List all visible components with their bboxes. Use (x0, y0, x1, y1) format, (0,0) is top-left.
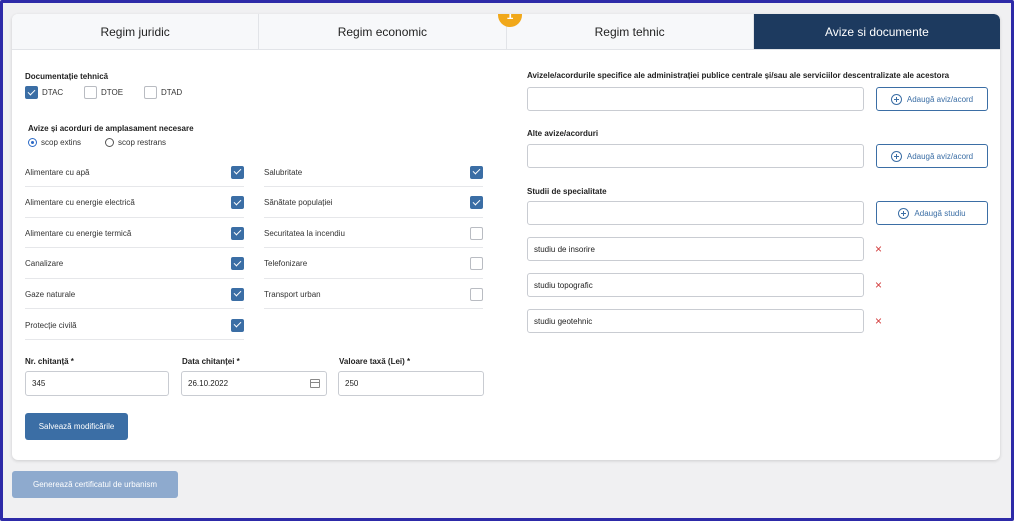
add-aviz-button[interactable]: Adaugă aviz/acord (876, 87, 988, 111)
aviz-left-row[interactable]: Canalizare (25, 254, 244, 274)
dtac-checkbox[interactable] (25, 86, 38, 99)
plus-circle-icon (890, 150, 902, 162)
aviz-right-checkbox[interactable] (470, 226, 483, 240)
avize-specifice-input[interactable] (527, 87, 864, 111)
dtad-checkbox[interactable] (144, 86, 157, 99)
avize-specifice-label: Avizele/acordurile specifice ale adminis… (527, 71, 950, 80)
add-studiu-button[interactable]: Adaugă studiu (876, 201, 988, 225)
radio-extins-icon[interactable] (28, 138, 37, 147)
row-divider (264, 277, 483, 279)
radio-extins-label: scop extins (41, 138, 82, 147)
tab-regim-tehnic[interactable]: Regim tehnic (506, 14, 754, 49)
row-divider (264, 247, 483, 249)
avize-title: Avize și acorduri de amplasament necesar… (28, 124, 194, 133)
option-dtoe[interactable]: DTOE (84, 86, 123, 99)
aviz-left-checkbox[interactable] (231, 287, 244, 301)
alte-avize-input[interactable] (527, 144, 864, 168)
aviz-left-checkbox[interactable] (231, 226, 244, 240)
row-divider (264, 186, 483, 187)
aviz-right-row[interactable]: Telefonizare (264, 254, 483, 274)
alte-avize-label: Alte avize/acorduri (527, 129, 599, 138)
aviz-right-label: Transport urban (264, 289, 321, 299)
studii-label: Studii de specialitate (527, 187, 607, 196)
plus-circle-icon (898, 207, 910, 219)
aviz-right-checkbox[interactable] (470, 287, 483, 301)
aviz-left-row[interactable]: Alimentare cu energie termică (25, 223, 244, 243)
aviz-left-checkbox[interactable] (231, 165, 244, 179)
radio-restrans-label: scop restrans (118, 138, 167, 147)
aviz-right-label: Salubritate (264, 167, 303, 177)
option-dtac[interactable]: DTAC (25, 86, 63, 99)
save-button[interactable]: Salvează modificările (25, 413, 128, 440)
data-chitanta-value: 26.10.2022 (188, 379, 229, 388)
option-dtad[interactable]: DTAD (144, 86, 182, 99)
aviz-left-row[interactable]: Protecție civilă (25, 315, 244, 335)
tab-avize-documente[interactable]: Avize si documente (753, 14, 1000, 49)
aviz-right-label: Sănătate populației (264, 198, 333, 208)
row-divider (25, 216, 244, 218)
row-divider (25, 308, 244, 310)
studii-input[interactable] (527, 201, 864, 225)
data-chitanta-label: Data chitanței * (182, 357, 240, 366)
aviz-right-checkbox[interactable] (470, 257, 483, 271)
dtad-label: DTAD (161, 88, 183, 97)
calendar-icon[interactable] (310, 379, 320, 388)
aviz-right-row[interactable]: Salubritate (264, 162, 483, 182)
valoare-taxa-label: Valoare taxă (Lei) * (339, 357, 411, 366)
row-divider (264, 308, 483, 310)
tab-regim-juridic[interactable]: Regim juridic (12, 14, 260, 49)
tab-regim-economic[interactable]: Regim economic (259, 14, 507, 49)
dtoe-label: DTOE (101, 88, 124, 97)
remove-icon[interactable]: × (875, 279, 882, 291)
nr-chitanta-input[interactable]: 345 (25, 371, 169, 396)
main-card: 1 Regim juridic Regim economic Regim teh… (12, 14, 1000, 460)
add-aviz2-label: Adaugă aviz/acord (906, 151, 974, 161)
aviz-left-label: Alimentare cu energie termică (25, 228, 132, 238)
generate-certificate-button[interactable]: Generează certificatul de urbanism (12, 471, 178, 498)
aviz-left-label: Protecție civilă (25, 320, 77, 330)
aviz-left-label: Alimentare cu apă (25, 167, 90, 177)
aviz-left-row[interactable]: Gaze naturale (25, 284, 244, 304)
aviz-right-checkbox[interactable] (470, 196, 483, 210)
dtac-label: DTAC (42, 88, 64, 97)
aviz-left-row[interactable]: Alimentare cu apă (25, 162, 244, 182)
aviz-left-label: Canalizare (25, 259, 64, 269)
remove-icon[interactable]: × (875, 243, 882, 255)
nr-chitanta-label: Nr. chitanță * (25, 357, 74, 366)
aviz-left-label: Gaze naturale (25, 289, 76, 299)
aviz-left-checkbox[interactable] (231, 257, 244, 271)
row-divider (264, 216, 483, 218)
aviz-right-row[interactable]: Sănătate populației (264, 193, 483, 213)
add-studiu-label: Adaugă studiu (914, 208, 966, 218)
row-divider (25, 339, 244, 340)
aviz-left-checkbox[interactable] (231, 318, 244, 332)
studiu-item-1[interactable]: studiu de insorire (527, 237, 864, 261)
aviz-right-row[interactable]: Transport urban (264, 284, 483, 304)
remove-icon[interactable]: × (875, 315, 882, 327)
radio-restrans-icon[interactable] (105, 138, 114, 147)
studiu-item-2[interactable]: studiu topografic (527, 273, 864, 297)
add-aviz2-button[interactable]: Adaugă aviz/acord (876, 144, 988, 168)
aviz-right-label: Securitatea la incendiu (264, 228, 345, 238)
studiu-item-3[interactable]: studiu geotehnic (527, 309, 864, 333)
row-divider (25, 186, 244, 187)
radio-scop-extins[interactable]: scop extins (28, 138, 81, 147)
aviz-left-checkbox[interactable] (231, 196, 244, 210)
aviz-right-label: Telefonizare (264, 259, 308, 269)
doc-tehnica-title: Documentație tehnică (25, 72, 109, 81)
aviz-right-checkbox[interactable] (470, 165, 483, 179)
row-divider (25, 247, 244, 249)
valoare-taxa-input[interactable]: 250 (338, 371, 484, 396)
aviz-left-row[interactable]: Alimentare cu energie electrică (25, 193, 244, 213)
aviz-left-label: Alimentare cu energie electrică (25, 198, 135, 208)
add-aviz-label: Adaugă aviz/acord (906, 94, 974, 104)
data-chitanta-input[interactable]: 26.10.2022 (181, 371, 327, 396)
radio-scop-restrans[interactable]: scop restrans (105, 138, 166, 147)
aviz-right-row[interactable]: Securitatea la incendiu (264, 223, 483, 243)
dtoe-checkbox[interactable] (84, 86, 97, 99)
plus-circle-icon (890, 93, 902, 105)
row-divider (25, 277, 244, 279)
